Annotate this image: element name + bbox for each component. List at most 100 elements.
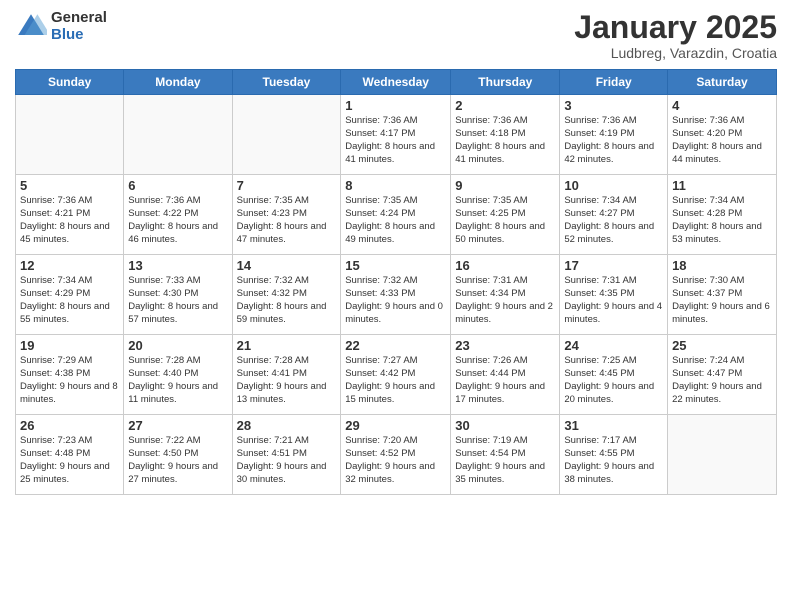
day-info: Sunrise: 7:34 AM Sunset: 4:27 PM Dayligh… bbox=[564, 195, 663, 246]
page: General Blue January 2025 Ludbreg, Varaz… bbox=[0, 0, 792, 612]
calendar-cell: 24 Sunrise: 7:25 AM Sunset: 4:45 PM Dayli… bbox=[560, 335, 668, 415]
calendar-week-row: 5Sunrise: 7:36 AM Sunset: 4:21 PM Daylig… bbox=[16, 175, 777, 255]
day-info: Sunrise: 7:23 AM Sunset: 4:48 PM Dayligh… bbox=[20, 435, 119, 486]
logo-blue: Blue bbox=[51, 27, 107, 44]
calendar-table: SundayMondayTuesdayWednesdayThursdayFrid… bbox=[15, 69, 777, 495]
day-number: 13 bbox=[128, 258, 227, 273]
day-number: 15 bbox=[345, 258, 446, 273]
logo-general: General bbox=[51, 10, 107, 27]
day-info: Sunrise: 7:31 AM Sunset: 4:35 PM Dayligh… bbox=[564, 275, 663, 326]
calendar-cell: 22Sunrise: 7:27 AM Sunset: 4:42 PM Dayli… bbox=[341, 335, 451, 415]
day-number: 30 bbox=[455, 418, 555, 433]
day-info: Sunrise: 7:35 AM Sunset: 4:24 PM Dayligh… bbox=[345, 195, 446, 246]
calendar-cell: 11 Sunrise: 7:34 AM Sunset: 4:28 PM Dayli… bbox=[668, 175, 777, 255]
day-info: Sunrise: 7:21 AM Sunset: 4:51 PM Dayligh… bbox=[237, 435, 337, 486]
calendar-cell: 21 Sunrise: 7:28 AM Sunset: 4:41 PM Dayli… bbox=[232, 335, 341, 415]
calendar-week-row: 1 Sunrise: 7:36 AM Sunset: 4:17 PM Daylig… bbox=[16, 95, 777, 175]
logo-icon bbox=[15, 11, 47, 43]
calendar-cell bbox=[16, 95, 124, 175]
day-number: 12 bbox=[20, 258, 119, 273]
day-number: 31 bbox=[564, 418, 663, 433]
header: General Blue January 2025 Ludbreg, Varaz… bbox=[15, 10, 777, 61]
day-info: Sunrise: 7:32 AM Sunset: 4:33 PM Dayligh… bbox=[345, 275, 446, 326]
calendar-cell: 16 Sunrise: 7:31 AM Sunset: 4:34 PM Dayli… bbox=[451, 255, 560, 335]
calendar-cell: 30 Sunrise: 7:19 AM Sunset: 4:54 PM Dayli… bbox=[451, 415, 560, 495]
day-info: Sunrise: 7:30 AM Sunset: 4:37 PM Dayligh… bbox=[672, 275, 772, 326]
calendar-day-header: Friday bbox=[560, 70, 668, 95]
day-info: Sunrise: 7:35 AM Sunset: 4:25 PM Dayligh… bbox=[455, 195, 555, 246]
calendar-week-row: 19Sunrise: 7:29 AM Sunset: 4:38 PM Dayli… bbox=[16, 335, 777, 415]
day-number: 10 bbox=[564, 178, 663, 193]
calendar-cell: 2 Sunrise: 7:36 AM Sunset: 4:18 PM Daylig… bbox=[451, 95, 560, 175]
day-info: Sunrise: 7:32 AM Sunset: 4:32 PM Dayligh… bbox=[237, 275, 337, 326]
day-info: Sunrise: 7:20 AM Sunset: 4:52 PM Dayligh… bbox=[345, 435, 446, 486]
day-number: 24 bbox=[564, 338, 663, 353]
calendar-cell: 14 Sunrise: 7:32 AM Sunset: 4:32 PM Dayli… bbox=[232, 255, 341, 335]
calendar-cell: 12 Sunrise: 7:34 AM Sunset: 4:29 PM Dayli… bbox=[16, 255, 124, 335]
day-info: Sunrise: 7:36 AM Sunset: 4:17 PM Dayligh… bbox=[345, 115, 446, 166]
day-number: 1 bbox=[345, 98, 446, 113]
calendar-day-header: Thursday bbox=[451, 70, 560, 95]
day-info: Sunrise: 7:31 AM Sunset: 4:34 PM Dayligh… bbox=[455, 275, 555, 326]
calendar-week-row: 26 Sunrise: 7:23 AM Sunset: 4:48 PM Dayli… bbox=[16, 415, 777, 495]
day-number: 21 bbox=[237, 338, 337, 353]
subtitle: Ludbreg, Varazdin, Croatia bbox=[574, 45, 777, 61]
day-number: 26 bbox=[20, 418, 119, 433]
day-number: 17 bbox=[564, 258, 663, 273]
day-info: Sunrise: 7:19 AM Sunset: 4:54 PM Dayligh… bbox=[455, 435, 555, 486]
day-info: Sunrise: 7:34 AM Sunset: 4:28 PM Dayligh… bbox=[672, 195, 772, 246]
calendar-cell: 8 Sunrise: 7:35 AM Sunset: 4:24 PM Daylig… bbox=[341, 175, 451, 255]
day-number: 7 bbox=[237, 178, 337, 193]
day-number: 18 bbox=[672, 258, 772, 273]
day-number: 27 bbox=[128, 418, 227, 433]
day-number: 20 bbox=[128, 338, 227, 353]
day-info: Sunrise: 7:24 AM Sunset: 4:47 PM Dayligh… bbox=[672, 355, 772, 406]
calendar-cell: 13 Sunrise: 7:33 AM Sunset: 4:30 PM Dayli… bbox=[124, 255, 232, 335]
calendar-cell bbox=[668, 415, 777, 495]
day-info: Sunrise: 7:26 AM Sunset: 4:44 PM Dayligh… bbox=[455, 355, 555, 406]
calendar-cell: 27Sunrise: 7:22 AM Sunset: 4:50 PM Dayli… bbox=[124, 415, 232, 495]
day-info: Sunrise: 7:34 AM Sunset: 4:29 PM Dayligh… bbox=[20, 275, 119, 326]
day-number: 3 bbox=[564, 98, 663, 113]
calendar-cell: 9 Sunrise: 7:35 AM Sunset: 4:25 PM Daylig… bbox=[451, 175, 560, 255]
calendar-cell: 28Sunrise: 7:21 AM Sunset: 4:51 PM Dayli… bbox=[232, 415, 341, 495]
day-info: Sunrise: 7:33 AM Sunset: 4:30 PM Dayligh… bbox=[128, 275, 227, 326]
day-number: 14 bbox=[237, 258, 337, 273]
day-number: 9 bbox=[455, 178, 555, 193]
day-info: Sunrise: 7:36 AM Sunset: 4:18 PM Dayligh… bbox=[455, 115, 555, 166]
calendar-day-header: Sunday bbox=[16, 70, 124, 95]
calendar-cell: 18 Sunrise: 7:30 AM Sunset: 4:37 PM Dayli… bbox=[668, 255, 777, 335]
day-number: 16 bbox=[455, 258, 555, 273]
calendar-cell: 5Sunrise: 7:36 AM Sunset: 4:21 PM Daylig… bbox=[16, 175, 124, 255]
calendar-day-header: Tuesday bbox=[232, 70, 341, 95]
logo: General Blue bbox=[15, 10, 107, 43]
title-block: January 2025 Ludbreg, Varazdin, Croatia bbox=[574, 10, 777, 61]
day-info: Sunrise: 7:36 AM Sunset: 4:20 PM Dayligh… bbox=[672, 115, 772, 166]
day-number: 2 bbox=[455, 98, 555, 113]
calendar-day-header: Wednesday bbox=[341, 70, 451, 95]
day-info: Sunrise: 7:35 AM Sunset: 4:23 PM Dayligh… bbox=[237, 195, 337, 246]
day-info: Sunrise: 7:28 AM Sunset: 4:40 PM Dayligh… bbox=[128, 355, 227, 406]
calendar-cell: 26 Sunrise: 7:23 AM Sunset: 4:48 PM Dayli… bbox=[16, 415, 124, 495]
day-number: 25 bbox=[672, 338, 772, 353]
calendar-cell bbox=[232, 95, 341, 175]
calendar-cell: 15 Sunrise: 7:32 AM Sunset: 4:33 PM Dayli… bbox=[341, 255, 451, 335]
day-info: Sunrise: 7:25 AM Sunset: 4:45 PM Dayligh… bbox=[564, 355, 663, 406]
calendar-cell: 10 Sunrise: 7:34 AM Sunset: 4:27 PM Dayli… bbox=[560, 175, 668, 255]
calendar-header-row: SundayMondayTuesdayWednesdayThursdayFrid… bbox=[16, 70, 777, 95]
day-number: 4 bbox=[672, 98, 772, 113]
day-number: 23 bbox=[455, 338, 555, 353]
calendar-cell: 20 Sunrise: 7:28 AM Sunset: 4:40 PM Dayli… bbox=[124, 335, 232, 415]
day-info: Sunrise: 7:28 AM Sunset: 4:41 PM Dayligh… bbox=[237, 355, 337, 406]
day-number: 5 bbox=[20, 178, 119, 193]
day-number: 8 bbox=[345, 178, 446, 193]
calendar-cell: 23 Sunrise: 7:26 AM Sunset: 4:44 PM Dayli… bbox=[451, 335, 560, 415]
day-number: 11 bbox=[672, 178, 772, 193]
day-info: Sunrise: 7:17 AM Sunset: 4:55 PM Dayligh… bbox=[564, 435, 663, 486]
day-number: 6 bbox=[128, 178, 227, 193]
day-number: 19 bbox=[20, 338, 119, 353]
day-info: Sunrise: 7:36 AM Sunset: 4:19 PM Dayligh… bbox=[564, 115, 663, 166]
day-number: 22 bbox=[345, 338, 446, 353]
calendar-cell: 19Sunrise: 7:29 AM Sunset: 4:38 PM Dayli… bbox=[16, 335, 124, 415]
calendar-day-header: Monday bbox=[124, 70, 232, 95]
